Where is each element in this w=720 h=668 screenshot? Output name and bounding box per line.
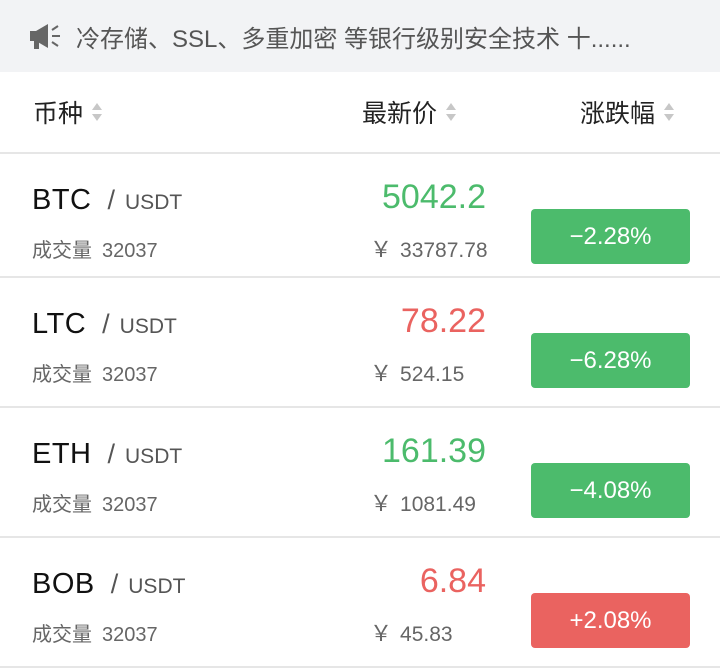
pair-separator: / (107, 439, 116, 469)
last-price: 161.39 (382, 432, 486, 470)
yen-symbol: ￥ (370, 621, 393, 646)
market-row-eth[interactable]: ETH / USDT 成交量 32037 161.39 ￥ 1081.49 −4.0… (0, 408, 720, 538)
yen-symbol: ￥ (370, 491, 393, 516)
notice-text: 冷存储、SSL、多重加密 等银行级别安全技术 十...... (76, 25, 631, 53)
quote-currency: USDT (125, 445, 183, 468)
volume: 成交量 32037 (32, 618, 158, 647)
volume-label: 成交量 (32, 494, 92, 516)
change-badge[interactable]: −6.28% (531, 333, 690, 388)
volume: 成交量 32037 (32, 234, 158, 263)
base-currency: ETH (32, 438, 92, 470)
pair-symbol: ETH / USDT (32, 438, 182, 471)
quote-currency: USDT (119, 315, 177, 338)
pair-separator: / (107, 185, 116, 215)
yen-symbol: ￥ (370, 237, 393, 262)
volume-label: 成交量 (32, 624, 92, 646)
market-row-bob[interactable]: BOB / USDT 成交量 32037 6.84 ￥ 45.83 +2.08% (0, 538, 720, 668)
volume-value: 32037 (102, 240, 158, 262)
market-list: BTC / USDT 成交量 32037 5042.2 ￥ 33787.78 −2.… (0, 152, 720, 668)
change-badge[interactable]: −2.28% (531, 209, 690, 264)
yen-symbol: ￥ (370, 361, 393, 386)
sort-arrows-icon (91, 100, 103, 124)
volume-label: 成交量 (32, 240, 92, 262)
pair-symbol: BOB / USDT (32, 568, 185, 601)
megaphone-icon (28, 20, 64, 52)
base-currency: BTC (32, 184, 92, 216)
cny-value: 524.15 (400, 363, 465, 386)
pair-symbol: BTC / USDT (32, 184, 182, 217)
last-price: 78.22 (400, 302, 486, 340)
base-currency: LTC (32, 308, 87, 340)
change-badge[interactable]: +2.08% (531, 593, 690, 648)
header-coin-label: 币种 (33, 100, 84, 128)
volume: 成交量 32037 (32, 488, 158, 517)
cny-value: 1081.49 (400, 493, 476, 516)
volume-value: 32037 (102, 624, 158, 646)
market-row-btc[interactable]: BTC / USDT 成交量 32037 5042.2 ￥ 33787.78 −2.… (0, 152, 720, 278)
market-table-header: 币种 最新价 涨跌幅 (0, 72, 720, 152)
sort-arrows-icon (663, 100, 675, 124)
quote-currency: USDT (125, 191, 183, 214)
cny-price: ￥ 1081.49 (370, 486, 476, 518)
header-change-label: 涨跌幅 (580, 100, 656, 128)
cny-price: ￥ 45.83 (370, 616, 453, 648)
base-currency: BOB (32, 568, 95, 600)
change-badge[interactable]: −4.08% (531, 463, 690, 518)
quote-currency: USDT (128, 575, 186, 598)
volume-label: 成交量 (32, 364, 92, 386)
sort-arrows-icon (445, 100, 457, 124)
cny-price: ￥ 33787.78 (370, 232, 488, 264)
pair-symbol: LTC / USDT (32, 308, 177, 341)
volume: 成交量 32037 (32, 358, 158, 387)
volume-value: 32037 (102, 364, 158, 386)
last-price: 6.84 (419, 562, 486, 600)
market-row-ltc[interactable]: LTC / USDT 成交量 32037 78.22 ￥ 524.15 −6.28% (0, 278, 720, 408)
last-price: 5042.2 (382, 178, 486, 216)
cny-price: ￥ 524.15 (370, 356, 464, 388)
cny-value: 33787.78 (400, 239, 488, 262)
cny-value: 45.83 (400, 623, 453, 646)
sort-by-coin[interactable]: 币种 (33, 94, 103, 130)
volume-value: 32037 (102, 494, 158, 516)
header-price-label: 最新价 (362, 100, 438, 128)
sort-by-change[interactable]: 涨跌幅 (580, 94, 675, 130)
pair-separator: / (102, 309, 110, 339)
pair-separator: / (110, 569, 119, 599)
notice-bar[interactable]: 冷存储、SSL、多重加密 等银行级别安全技术 十...... (0, 0, 720, 72)
sort-by-price[interactable]: 最新价 (362, 94, 457, 130)
